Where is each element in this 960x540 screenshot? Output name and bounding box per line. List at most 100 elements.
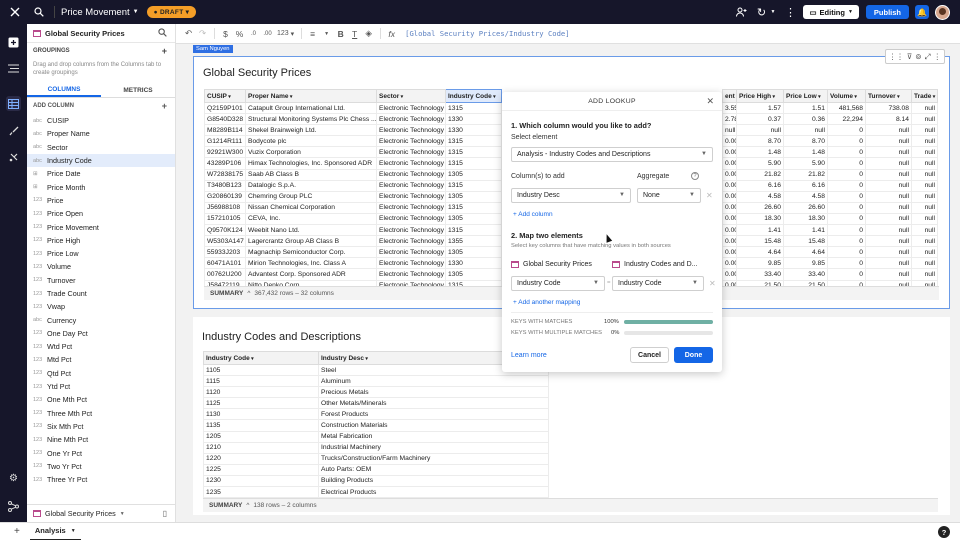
tab-analysis[interactable]: Analysis ▼ — [29, 523, 81, 540]
table-cell[interactable]: 1315 — [445, 224, 502, 237]
page-title[interactable]: Price Movement ▼ — [61, 7, 139, 18]
select-element-dropdown[interactable]: Analysis - Industry Codes and Descriptio… — [511, 147, 713, 162]
editing-mode-button[interactable]: ▭ Editing ▼ — [803, 5, 859, 19]
table-cell[interactable]: null — [722, 124, 737, 137]
table-cell[interactable]: null — [911, 168, 938, 181]
table-cell[interactable]: 1135 — [203, 419, 319, 432]
add-column-row[interactable]: ADD COLUMN + — [27, 98, 175, 114]
table-cell[interactable]: null — [865, 190, 912, 203]
table-cell[interactable]: Industrial Machinery — [318, 441, 549, 454]
cancel-button[interactable]: Cancel — [630, 347, 669, 363]
table-row[interactable]: 0.00%21.8221.820nullnull — [722, 168, 938, 181]
table-cell[interactable]: G1214R111 — [204, 135, 246, 148]
settings-icon[interactable]: ⚙ — [6, 471, 21, 486]
percent-icon[interactable]: % — [233, 27, 246, 41]
table-cell[interactable]: null — [865, 268, 912, 281]
column-header[interactable]: Trade ▾ — [911, 89, 938, 103]
search-icon[interactable] — [32, 5, 46, 19]
table-row[interactable]: M8289B114 Shekel Brainweigh Ltd. Electroni… — [204, 124, 502, 137]
table-cell[interactable]: 0.00% — [722, 268, 737, 281]
table-cell[interactable]: null — [911, 246, 938, 259]
table-cell[interactable]: null — [911, 135, 938, 148]
column-header[interactable]: Proper Name ▾ — [245, 89, 377, 103]
formula-bar[interactable]: [Global Security Prices/Industry Code] — [405, 29, 569, 38]
table-cell[interactable]: 1230 — [203, 474, 319, 488]
table-cell[interactable]: W5303A147 — [204, 235, 246, 248]
table-cell[interactable]: 0.00% — [722, 235, 737, 248]
table-cell[interactable]: 1.48 — [736, 146, 784, 159]
table-cell[interactable]: 21.82 — [783, 168, 828, 181]
table-row[interactable]: W72838175 Saab AB Class B Electronic Techn… — [204, 168, 502, 181]
element-title[interactable]: Global Security Prices — [203, 67, 311, 79]
drag-handle-icon[interactable]: ⋮⋮ — [889, 52, 904, 61]
bell-icon[interactable]: 🔔 — [915, 5, 929, 19]
aggregate-dropdown[interactable]: None ▼ — [637, 188, 701, 203]
table-cell[interactable]: Building Products — [318, 474, 549, 488]
table-cell[interactable]: Electronic Technology — [376, 124, 446, 137]
table-cell[interactable]: 33.40 — [736, 268, 784, 281]
column-item[interactable]: abc Proper Name — [27, 127, 175, 140]
remove-mapping-icon[interactable]: ✕ — [709, 279, 716, 288]
actions-icon[interactable] — [6, 149, 21, 164]
column-header[interactable]: CUSIP ▾ — [204, 89, 246, 103]
table-cell[interactable]: 0.00% — [722, 146, 737, 159]
table-cell[interactable]: 21.82 — [736, 168, 784, 181]
table-cell[interactable]: 1225 — [203, 463, 319, 476]
column-to-add-dropdown[interactable]: Industry Desc ▼ — [511, 188, 631, 203]
table-cell[interactable]: 9.85 — [736, 257, 784, 270]
table-cell[interactable]: 1315 — [445, 135, 502, 148]
filter-icon[interactable]: ⊽ — [907, 52, 913, 61]
table-row[interactable]: 1125 Other Metals/Minerals — [203, 397, 549, 410]
table-cell[interactable]: null — [911, 235, 938, 248]
fill-color-icon[interactable]: ◈ — [362, 27, 375, 41]
column-header[interactable]: Turnover ▾ — [865, 89, 912, 103]
table-row[interactable]: 1220 Trucks/Construction/Farm Machinery — [203, 452, 549, 465]
table-cell[interactable]: null — [911, 224, 938, 237]
table-cell[interactable]: 1105 — [203, 363, 319, 377]
table-cell[interactable]: null — [865, 201, 912, 214]
table-cell[interactable]: Electronic Technology — [376, 113, 446, 126]
column-item[interactable]: 123 Qtd Pct — [27, 367, 175, 380]
table-row[interactable]: 1120 Precious Metals — [203, 386, 549, 399]
table-cell[interactable]: null — [911, 257, 938, 270]
table-row[interactable]: 0.00%1.481.480nullnull — [722, 146, 938, 159]
tab-columns[interactable]: COLUMNS — [27, 83, 101, 97]
table-cell[interactable]: 0.37 — [736, 113, 784, 126]
table-cell[interactable]: 1.51 — [783, 101, 828, 115]
table-row[interactable]: 92921W300 Vuzix Corporation Electronic Tec… — [204, 146, 502, 159]
table-row[interactable]: 55933J203 Magnachip Semiconductor Corp. El… — [204, 246, 502, 259]
table-cell[interactable]: 18.30 — [736, 212, 784, 226]
table-cell[interactable]: 4.64 — [736, 246, 784, 259]
bold-icon[interactable]: B — [334, 27, 347, 41]
table-cell[interactable]: 0 — [827, 224, 866, 237]
table-row[interactable]: 0.00%15.4815.480nullnull — [722, 235, 938, 248]
table-row[interactable]: G20860139 Chemring Group PLC Electronic Te… — [204, 190, 502, 203]
table-cell[interactable]: 0 — [827, 146, 866, 159]
table-cell[interactable]: null — [911, 146, 938, 159]
table-row[interactable]: 43289P106 Himax Technologies, Inc. Sponso… — [204, 157, 502, 170]
table-cell[interactable]: 1120 — [203, 386, 319, 399]
table-cell[interactable]: 0 — [827, 179, 866, 192]
table-cell[interactable]: 0.00% — [722, 190, 737, 203]
decimal-decrease-icon[interactable]: .0 — [247, 27, 260, 41]
table-cell[interactable]: null — [911, 124, 938, 137]
table-row[interactable]: 00762U200 Advantest Corp. Sponsored ADR El… — [204, 268, 502, 281]
currency-icon[interactable]: $ — [219, 27, 232, 41]
table-cell[interactable]: Mirion Technologies, Inc. Class A — [245, 257, 377, 270]
table-cell[interactable]: 15.48 — [736, 235, 784, 248]
table-cell[interactable]: 0.00% — [722, 257, 737, 270]
brush-icon[interactable] — [6, 123, 21, 138]
table-cell[interactable]: 22,294 — [827, 113, 866, 126]
table-cell[interactable]: 0 — [827, 157, 866, 170]
table-cell[interactable]: 0 — [827, 246, 866, 259]
table-cell[interactable]: 0 — [827, 190, 866, 203]
table-row[interactable]: 0.00%6.166.160nullnull — [722, 179, 938, 192]
draft-badge[interactable]: ● DRAFT ▾ — [146, 6, 197, 18]
table-cell[interactable]: Electronic Technology — [376, 179, 446, 192]
table-cell[interactable]: null — [865, 135, 912, 148]
table-row[interactable]: null null null 0 null null — [722, 124, 938, 137]
table-cell[interactable]: 18.30 — [783, 212, 828, 226]
table-cell[interactable]: 43289P106 — [204, 157, 246, 170]
table-cell[interactable]: 0 — [827, 235, 866, 248]
table-cell[interactable]: null — [865, 124, 912, 137]
